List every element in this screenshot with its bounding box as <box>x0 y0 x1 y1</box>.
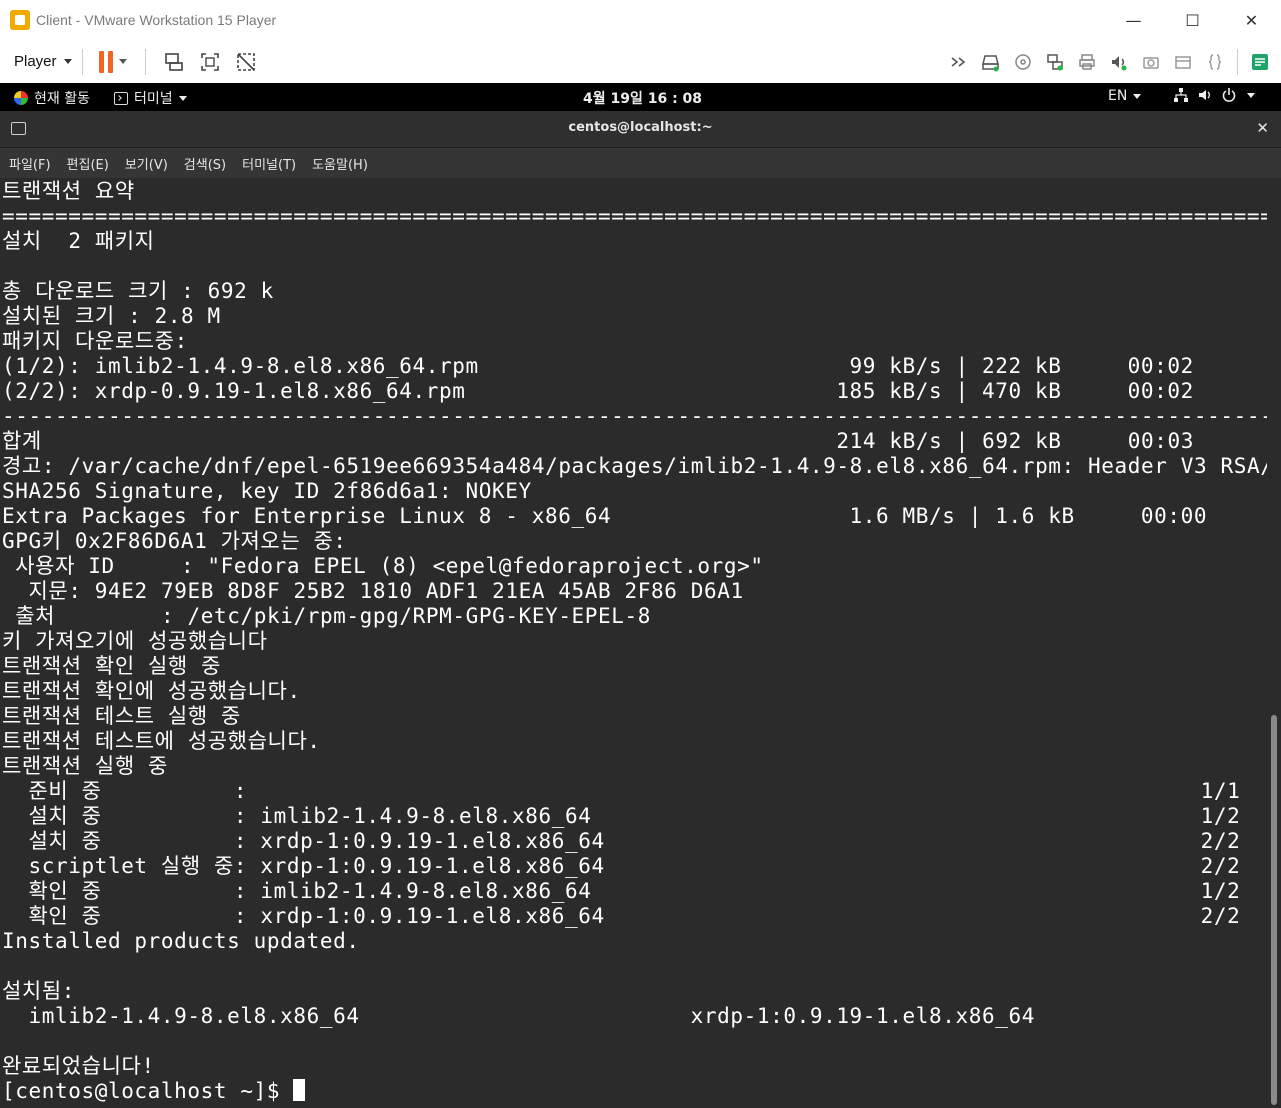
menu-edit[interactable]: 편집(E) <box>67 154 109 173</box>
menu-file[interactable]: 파일(F) <box>9 154 51 173</box>
terminal-header-bar: centos@localhost:~ ✕ <box>0 111 1281 148</box>
terminal-text: 트랜잭션 요약 ================================… <box>0 179 1267 1104</box>
terminal-line: (2/2): xrdp-0.9.19-1.el8.x86_64.rpm 185 … <box>2 379 1194 403</box>
player-menu-button[interactable]: Player <box>14 53 72 70</box>
terminal-line: imlib2-1.4.9-8.el8.x86_64 xrdp-1:0.9.19-… <box>2 1004 1035 1028</box>
terminal-line: 패키지 다운로드중: <box>2 329 188 353</box>
message-log-icon[interactable] <box>1249 51 1271 73</box>
terminal-title: centos@localhost:~ <box>568 120 713 135</box>
terminal-line: 트랜잭션 실행 중 <box>2 754 168 778</box>
minimize-button[interactable]: — <box>1104 0 1163 40</box>
chevron-down-icon <box>1247 92 1255 98</box>
system-menu[interactable] <box>1173 87 1255 103</box>
menu-terminal[interactable]: 터미널(T) <box>242 154 296 173</box>
terminal-icon <box>114 91 128 105</box>
printer-icon[interactable] <box>1076 51 1098 73</box>
terminal-line: 확인 중 : xrdp-1:0.9.19-1.el8.x86_64 2/2 <box>2 904 1241 928</box>
terminal-line: scriptlet 실행 중: xrdp-1:0.9.19-1.el8.x86_… <box>2 854 1241 878</box>
terminal-line: SHA256 Signature, key ID 2f86d6a1: NOKEY <box>2 479 532 503</box>
terminal-line: 설치 2 패키지 <box>2 229 155 253</box>
terminal-line: 사용자 ID : "Fedora EPEL (8) <epel@fedorapr… <box>2 554 764 578</box>
activities-label: 현재 활동 <box>34 91 90 107</box>
terminal-line: 설치 중 : xrdp-1:0.9.19-1.el8.x86_64 2/2 <box>2 829 1241 853</box>
terminal-line: 경고: /var/cache/dnf/epel-6519ee669354a484… <box>2 454 1267 478</box>
activities-icon <box>14 91 28 105</box>
toolbar-divider <box>144 48 146 75</box>
player-menu-label: Player <box>14 53 57 70</box>
shell-prompt: [centos@localhost ~]$ <box>2 1079 294 1103</box>
window-title: Client - VMware Workstation 15 Player <box>36 12 277 28</box>
unity-mode-icon[interactable] <box>234 50 258 74</box>
menu-search[interactable]: 검색(S) <box>184 154 226 173</box>
terminal-line: Installed products updated. <box>2 929 360 953</box>
activities-button[interactable]: 현재 활동 <box>14 88 90 108</box>
terminal-line: 키 가져오기에 성공했습니다 <box>2 629 268 653</box>
network-icon <box>1174 88 1188 102</box>
removable-device-icon[interactable] <box>1172 51 1194 73</box>
terminal-line: 출처 : /etc/pki/rpm-gpg/RPM-GPG-KEY-EPEL-8 <box>2 604 652 628</box>
toolbar-divider <box>81 48 83 75</box>
terminal-line: 트랜잭션 요약 <box>2 179 135 203</box>
text-cursor <box>293 1079 306 1101</box>
scrollbar-thumb[interactable] <box>1271 715 1277 1105</box>
clock[interactable]: 4월 19일 16 : 08 <box>583 88 702 108</box>
terminal-line: 완료되었습니다! <box>2 1054 155 1078</box>
chevron-down-icon <box>1133 93 1142 99</box>
hard-disk-icon[interactable] <box>980 51 1002 73</box>
terminal-line: 총 다운로드 크기 : 692 k <box>2 279 274 303</box>
menu-view[interactable]: 보기(V) <box>125 154 168 173</box>
terminal-app-menu[interactable]: 터미널 <box>114 88 187 108</box>
terminal-line: 준비 중 : 1/1 <box>2 779 1241 803</box>
language-label: EN <box>1108 88 1128 104</box>
terminal-line: (1/2): imlib2-1.4.9-8.el8.x86_64.rpm 99 … <box>2 354 1194 378</box>
camera-icon[interactable] <box>1140 51 1162 73</box>
chevron-down-icon <box>178 95 187 101</box>
terminal-line: ========================================… <box>2 204 1267 228</box>
pause-button[interactable] <box>98 50 113 73</box>
chevron-down-icon <box>63 59 72 64</box>
brackets-icon[interactable] <box>1204 51 1226 73</box>
terminal-line: 트랜잭션 테스트에 성공했습니다. <box>2 729 321 753</box>
terminal-line: 트랜잭션 테스트 실행 중 <box>2 704 241 728</box>
terminal-line: ----------------------------------------… <box>2 404 1267 428</box>
toolbar-divider <box>1237 48 1238 75</box>
more-devices-icon[interactable] <box>948 51 970 73</box>
close-window-button[interactable]: ✕ <box>1222 0 1281 40</box>
terminal-line: Extra Packages for Enterprise Linux 8 - … <box>2 504 1208 528</box>
maximize-button[interactable]: ☐ <box>1163 0 1222 40</box>
terminal-line: 트랜잭션 확인 실행 중 <box>2 654 222 678</box>
terminal-menu-bar: 파일(F) 편집(E) 보기(V) 검색(S) 터미널(T) 도움말(H) <box>0 148 1281 178</box>
cd-dvd-icon[interactable] <box>1012 51 1034 73</box>
pause-dropdown-icon[interactable] <box>117 50 129 74</box>
terminal-line: 트랜잭션 확인에 성공했습니다. <box>2 679 301 703</box>
menu-help[interactable]: 도움말(H) <box>312 154 368 173</box>
close-terminal-button[interactable]: ✕ <box>1256 119 1269 137</box>
sound-card-icon[interactable] <box>1108 51 1130 73</box>
terminal-app-label: 터미널 <box>134 91 173 107</box>
terminal-line: 합계 214 kB/s | 692 kB 00:03 <box>2 429 1194 453</box>
terminal-line: 설치된 크기 : 2.8 M <box>2 304 221 328</box>
gnome-top-bar: 현재 활동 터미널 4월 19일 16 : 08 EN <box>0 83 1281 111</box>
terminal-output[interactable]: 트랜잭션 요약 ================================… <box>0 179 1267 1108</box>
volume-icon <box>1199 90 1210 100</box>
network-adapter-icon[interactable] <box>1044 51 1066 73</box>
vmware-toolbar: Player <box>0 40 1281 84</box>
send-ctrl-alt-del-icon[interactable] <box>162 50 186 74</box>
power-icon <box>1222 88 1236 102</box>
fit-guest-icon[interactable] <box>198 50 222 74</box>
terminal-scrollbar[interactable] <box>1268 179 1281 1108</box>
terminal-line: 설치됨: <box>2 979 76 1003</box>
terminal-line: 설치 중 : imlib2-1.4.9-8.el8.x86_64 1/2 <box>2 804 1241 828</box>
window-title-bar: Client - VMware Workstation 15 Player — … <box>0 0 1281 41</box>
terminal-line: 지문: 94E2 79EB 8D8F 25B2 1810 ADF1 21EA 4… <box>2 579 744 603</box>
terminal-line: GPG키 0x2F86D6A1 가져오는 중: <box>2 529 347 553</box>
terminal-line: 확인 중 : imlib2-1.4.9-8.el8.x86_64 1/2 <box>2 879 1241 903</box>
input-language-menu[interactable]: EN <box>1108 88 1142 104</box>
vmware-app-icon <box>10 10 30 30</box>
